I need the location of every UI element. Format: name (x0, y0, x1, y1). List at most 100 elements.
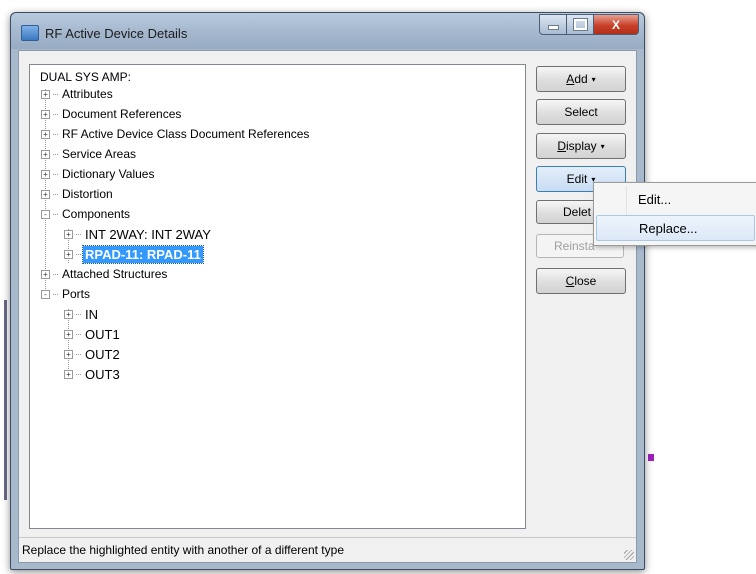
tree-branch-line (53, 113, 58, 115)
display-button[interactable]: D isplay ▾ (536, 133, 626, 159)
background-edge-artifact (4, 300, 7, 500)
status-text: Replace the highlighted entity with anot… (22, 543, 344, 557)
select-button[interactable]: Select (536, 99, 626, 125)
maximize-icon (572, 18, 588, 31)
tree-node-int-2way[interactable]: + INT 2WAY: INT 2WAY (64, 225, 213, 243)
tree-node-label: Distortion (62, 187, 113, 201)
tree-branch-line (53, 173, 58, 175)
tree-node-label: OUT1 (85, 326, 120, 342)
expand-icon[interactable]: + (41, 189, 50, 199)
tree-node-distortion[interactable]: + Distortion (41, 185, 115, 203)
tree-branch-line (53, 93, 58, 95)
tree-branch-line (76, 253, 81, 255)
menu-item-edit[interactable]: Edit... (596, 187, 755, 213)
delete-button-label: Delet (563, 205, 592, 219)
tree-branch-line (53, 213, 58, 215)
add-button-label: dd (574, 72, 588, 86)
maximize-button[interactable] (567, 14, 594, 35)
menu-item-label: Replace... (639, 221, 698, 236)
tree-node-document-references[interactable]: + Document References (41, 105, 183, 123)
tree-node-label: INT 2WAY: INT 2WAY (85, 226, 211, 242)
expand-icon[interactable]: + (41, 129, 50, 139)
window-title: RF Active Device Details (45, 26, 188, 41)
display-button-label: isplay (565, 139, 597, 153)
tree-branch-line (76, 373, 81, 375)
tree-node-components[interactable]: - Components (41, 205, 132, 223)
close-icon: X (611, 17, 620, 32)
tree-node-label: OUT2 (85, 346, 120, 362)
tree-branch-line (53, 153, 58, 155)
expand-icon[interactable]: + (64, 249, 73, 259)
tree-node-label: Service Areas (62, 147, 137, 161)
tree-branch-line (76, 353, 81, 355)
expand-icon[interactable]: + (41, 149, 50, 159)
menu-item-label: Edit... (638, 192, 672, 207)
dialog-client-area: DUAL SYS AMP: + Attributes + Document Re… (18, 50, 637, 563)
tree-node-dictionary-values[interactable]: + Dictionary Values (41, 165, 156, 183)
minimize-icon (547, 25, 559, 30)
close-window-button[interactable]: X (594, 14, 639, 35)
tree-node-attached-structures[interactable]: + Attached Structures (41, 265, 169, 283)
tree-node-label: IN (85, 306, 98, 322)
tree-node-port-out1[interactable]: + OUT1 (64, 325, 122, 343)
edit-context-menu: Edit... Replace... (593, 182, 756, 246)
expand-icon[interactable]: + (41, 89, 50, 99)
tree-node-label: Document References (62, 107, 182, 121)
tree-branch-line (53, 133, 58, 135)
tree-node-label-selected: RPAD-11: RPAD-11 (82, 244, 204, 264)
expand-icon[interactable]: + (64, 369, 73, 379)
rf-active-device-details-window: RF Active Device Details X DUAL SYS AMP:… (10, 12, 645, 570)
tree-branch-line (76, 333, 81, 335)
tree-branch-line (76, 233, 81, 235)
collapse-icon[interactable]: - (41, 289, 50, 299)
close-button[interactable]: C lose (536, 268, 626, 294)
tree-node-service-areas[interactable]: + Service Areas (41, 145, 138, 163)
add-button-mnemonic: A (566, 72, 575, 86)
tree-root-label: DUAL SYS AMP: (40, 70, 131, 84)
expand-icon[interactable]: + (41, 109, 50, 119)
expand-icon[interactable]: + (64, 309, 73, 319)
close-button-mnemonic: C (565, 274, 575, 288)
reinstate-button-label: Reinsta (554, 239, 595, 253)
display-button-mnemonic: D (557, 139, 566, 153)
menu-item-replace[interactable]: Replace... (596, 215, 755, 241)
background-marker (648, 454, 654, 461)
tree-branch-line (53, 293, 58, 295)
title-bar[interactable]: RF Active Device Details X (11, 13, 644, 49)
edit-button-label: Edit (566, 172, 588, 186)
add-button[interactable]: A dd ▾ (536, 66, 626, 92)
device-details-tree[interactable]: DUAL SYS AMP: + Attributes + Document Re… (29, 64, 526, 529)
tree-node-rpad-11[interactable]: + RPAD-11: RPAD-11 (64, 244, 204, 264)
close-button-label: lose (574, 274, 597, 288)
tree-node-label: Attached Structures (62, 267, 168, 281)
tree-branch-line (53, 273, 58, 275)
select-button-label: Select (564, 105, 598, 119)
tree-node-class-document-references[interactable]: + RF Active Device Class Document Refere… (41, 125, 311, 143)
tree-node-label: OUT3 (85, 366, 120, 382)
expand-icon[interactable]: + (41, 269, 50, 279)
tree-node-port-in[interactable]: + IN (64, 305, 100, 323)
tree-branch-line (76, 313, 81, 315)
expand-icon[interactable]: + (64, 349, 73, 359)
dropdown-caret-icon: ▾ (591, 74, 596, 84)
tree-node-label: Ports (62, 287, 91, 301)
tree-node-label: Dictionary Values (62, 167, 155, 181)
tree-node-label: Attributes (62, 87, 113, 101)
tree-node-label: RF Active Device Class Document Referenc… (62, 127, 310, 141)
tree-node-port-out3[interactable]: + OUT3 (64, 365, 122, 383)
window-controls: X (539, 14, 639, 35)
tree-node-attributes[interactable]: + Attributes (41, 85, 115, 103)
tree-node-ports[interactable]: - Ports (41, 285, 92, 303)
app-window-icon (21, 25, 39, 41)
collapse-icon[interactable]: - (41, 209, 50, 219)
expand-icon[interactable]: + (64, 329, 73, 339)
tree-node-label: Components (62, 207, 131, 221)
status-bar: Replace the highlighted entity with anot… (19, 537, 636, 562)
dropdown-caret-icon: ▾ (600, 141, 605, 151)
tree-node-port-out2[interactable]: + OUT2 (64, 345, 122, 363)
expand-icon[interactable]: + (41, 169, 50, 179)
expand-icon[interactable]: + (64, 229, 73, 239)
resize-grip-icon[interactable] (624, 550, 634, 560)
tree-branch-line (53, 193, 58, 195)
minimize-button[interactable] (539, 14, 567, 35)
